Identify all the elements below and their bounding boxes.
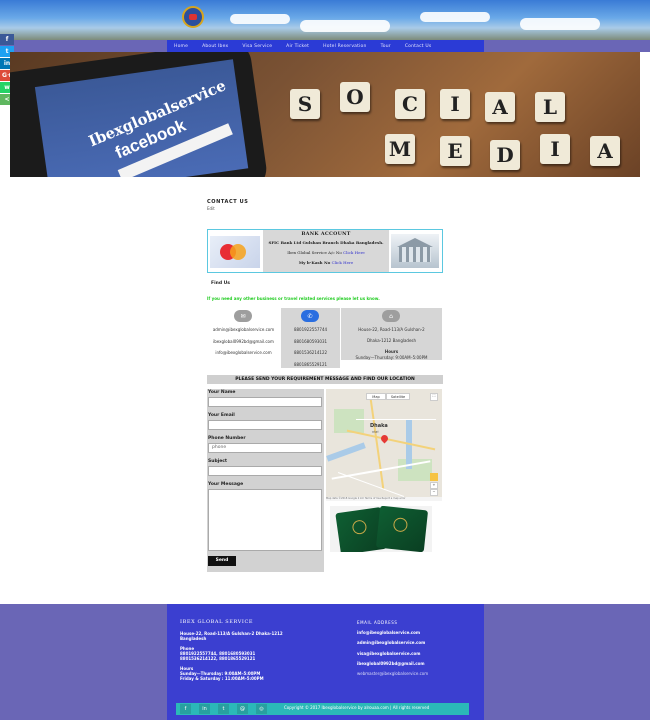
envelope-icon: ✉ [234, 310, 252, 322]
email-column: ✉ admin@ibexglobalservice.com ibexglobal… [207, 308, 280, 360]
nav-item-about[interactable]: About Ibex [195, 44, 235, 49]
scrabble-tile: I [540, 134, 570, 164]
instagram-icon[interactable]: ◎ [256, 704, 267, 714]
contact-email[interactable]: admin@ibexglobalservice.com [207, 327, 280, 332]
name-input[interactable] [208, 397, 322, 407]
contact-phone[interactable]: 8801680593031 [281, 339, 340, 344]
hero-banner: Ibexglobalservice facebook S O C I A L M… [10, 52, 640, 177]
footer-address: House-22, Road-113/A Gulshan-2 Dhaka-121… [180, 631, 283, 641]
pegman-icon[interactable] [430, 473, 438, 481]
header-banner [0, 0, 650, 40]
name-label: Your Name [208, 390, 236, 395]
subject-input[interactable] [208, 466, 322, 476]
site-logo[interactable] [182, 6, 204, 28]
facebook-icon[interactable]: f [180, 704, 191, 714]
scrabble-tile: S [290, 89, 320, 119]
services-note: If you need any other business or travel… [207, 296, 380, 301]
copyright-text: Copyright © 2017 Ibexglobalservice by al… [284, 705, 430, 710]
address-line: House-22, Road-113/A Gulshan-2 [358, 327, 425, 332]
bank-account-panel: BANK ACCOUNT SFIC Bank Ltd Gulshan Branc… [207, 229, 443, 273]
account-click-here-link[interactable]: Click Here [343, 250, 365, 255]
main-nav: Home About Ibex Visa Service Air Ticket … [167, 40, 484, 52]
map-type-satellite-button[interactable]: Satellite [386, 393, 410, 400]
scrabble-tile: L [535, 92, 565, 122]
contact-email[interactable]: ibexglobal0992bd@gmail.com [207, 339, 280, 344]
contact-phone[interactable]: 8801865529121 [281, 362, 340, 367]
bank-title: BANK ACCOUNT [301, 231, 351, 237]
footer-phones: 8801536214122, 8801865529121 [180, 656, 256, 661]
bank-account-row: Ibex Global Service A/c No Click Here [287, 250, 365, 255]
phone-input[interactable]: phone [208, 443, 322, 453]
page-title: CONTACT US [207, 199, 249, 205]
nav-item-tour[interactable]: Tour [374, 44, 398, 49]
zoom-out-button[interactable]: − [430, 489, 438, 496]
phone-column: ✆ 8801922557744 8801680593031 8801536214… [281, 308, 340, 368]
edit-link[interactable]: Edit [207, 206, 215, 211]
footer-title: IBEX GLOBAL SERVICE [180, 619, 254, 625]
phone-label: Phone Number [208, 436, 246, 441]
scrabble-tile: M [385, 134, 415, 164]
contact-phone[interactable]: 8801922557744 [281, 327, 340, 332]
nav-item-visa[interactable]: Visa Service [235, 44, 279, 49]
google-map[interactable]: Map Satellite ⛶ Dhaka ঢাকা + − Map data … [326, 389, 442, 501]
scrabble-tile: A [485, 92, 515, 122]
contact-email[interactable]: info@ibexglobalservice.com [207, 350, 280, 355]
bkash-row: My b-Kash No Click Here [298, 260, 354, 265]
hours-title: Hours [384, 349, 399, 354]
footer-hours: Friday & Saturday : 11:00AM–5:00PM [180, 676, 264, 681]
map-city-label: Dhaka [370, 423, 388, 429]
mastercard-image [210, 236, 260, 268]
passport-image [330, 506, 432, 552]
scrabble-tile: E [440, 136, 470, 166]
home-icon: ⌂ [382, 310, 400, 322]
hours-text: Sunday—Thursday: 9:00AM–5:00PM [355, 355, 428, 360]
facebook-icon[interactable]: f [0, 34, 14, 45]
phone-image: Ibexglobalservice facebook [10, 52, 270, 177]
linkedin-icon[interactable]: in [199, 704, 210, 714]
map-type-map-button[interactable]: Map [366, 393, 386, 400]
fullscreen-icon[interactable]: ⛶ [430, 393, 438, 401]
footer-email[interactable]: admin@ibexglobalservice.com [357, 640, 425, 645]
address-line: Dhaka-1212 Bangladesh [366, 338, 417, 343]
email-label: Your Email [208, 413, 235, 418]
zoom-in-button[interactable]: + [430, 482, 438, 489]
message-textarea[interactable] [208, 489, 322, 551]
scrabble-tile: A [590, 136, 620, 166]
contact-form: Your Name Your Email Phone Number phone … [207, 389, 324, 572]
nav-item-home[interactable]: Home [167, 44, 195, 49]
footer-email-title: EMAIL ADDRESS [357, 620, 398, 625]
contact-phone[interactable]: 8801536214122 [281, 350, 340, 355]
message-label: Your Message [208, 482, 244, 487]
scrabble-tile: C [395, 89, 425, 119]
scrabble-tile: D [490, 140, 520, 170]
scrabble-tile: O [340, 82, 370, 112]
footer-email[interactable]: info@ibexglobalservice.com [357, 630, 420, 635]
bkash-click-here-link[interactable]: Click Here [332, 260, 354, 265]
email-icon[interactable]: @ [237, 704, 248, 714]
map-pin-icon[interactable] [379, 433, 390, 444]
footer-email[interactable]: visa@ibexglobalservice.com [357, 651, 420, 656]
address-column: ⌂ House-22, Road-113/A Gulshan-2 Dhaka-1… [341, 308, 442, 360]
footer-email[interactable]: ibexglobal0992bd@gmail.com [357, 661, 425, 666]
nav-item-hotel[interactable]: Hotel Reservation [316, 44, 373, 49]
nav-item-contact[interactable]: Contact Us [398, 44, 439, 49]
nav-item-air-ticket[interactable]: Air Ticket [279, 44, 316, 49]
send-button[interactable]: Send [208, 556, 236, 566]
twitter-icon[interactable]: t [218, 704, 229, 714]
subject-label: Subject [208, 459, 228, 464]
email-input[interactable] [208, 420, 322, 430]
bank-branch: SFIC Bank Ltd Gulshan Branch Dhaka Bangl… [268, 240, 384, 245]
map-city-local-label: ঢাকা [372, 430, 379, 434]
scrabble-tile: I [440, 89, 470, 119]
footer-email[interactable]: webmaster@ibexglobalservice.com [357, 671, 428, 676]
phone-icon: ✆ [301, 310, 319, 322]
find-us-heading: Find Us [211, 281, 230, 286]
bank-building-image [391, 234, 439, 268]
form-heading: PLEASE SEND YOUR REQUIREMENT MESSAGE AND… [207, 375, 443, 384]
map-attribution: Map data ©2018 Google 2 km Terms of Use … [326, 497, 442, 501]
